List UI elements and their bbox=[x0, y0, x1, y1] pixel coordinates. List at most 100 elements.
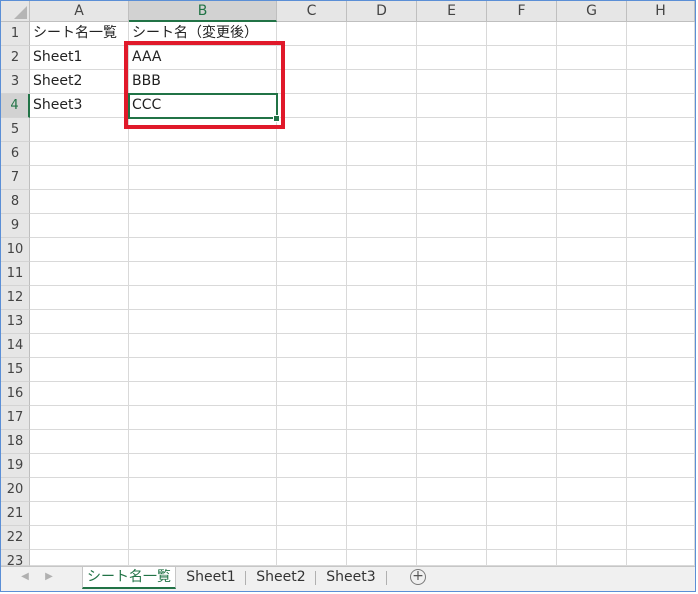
grid-cell[interactable] bbox=[627, 118, 695, 142]
grid-cell[interactable] bbox=[557, 262, 627, 286]
grid-cell[interactable] bbox=[417, 334, 487, 358]
grid-cell[interactable] bbox=[557, 190, 627, 214]
cell-a3[interactable]: Sheet2 bbox=[30, 70, 129, 94]
grid-cell[interactable] bbox=[627, 22, 695, 46]
grid-cell[interactable] bbox=[487, 190, 557, 214]
grid-cell[interactable] bbox=[627, 262, 695, 286]
grid-cell[interactable] bbox=[627, 382, 695, 406]
grid-cell[interactable] bbox=[277, 142, 347, 166]
grid-cell[interactable] bbox=[347, 22, 417, 46]
grid-cell[interactable] bbox=[557, 406, 627, 430]
grid-cell[interactable] bbox=[347, 166, 417, 190]
column-header-b[interactable]: B bbox=[129, 1, 277, 22]
grid-cell[interactable] bbox=[277, 214, 347, 238]
grid-cell[interactable] bbox=[557, 22, 627, 46]
grid-cell[interactable] bbox=[30, 358, 129, 382]
grid-cell[interactable] bbox=[30, 550, 129, 566]
grid-cell[interactable] bbox=[277, 190, 347, 214]
grid-cell[interactable] bbox=[487, 430, 557, 454]
row-header-18[interactable]: 18 bbox=[1, 430, 30, 454]
grid-cell[interactable] bbox=[277, 502, 347, 526]
grid-cell[interactable] bbox=[129, 406, 277, 430]
grid-cell[interactable] bbox=[417, 46, 487, 70]
tab-sheet2[interactable]: Sheet2 bbox=[248, 567, 314, 589]
grid-cell[interactable] bbox=[627, 94, 695, 118]
grid-cell[interactable] bbox=[30, 190, 129, 214]
row-header-5[interactable]: 5 bbox=[1, 118, 30, 142]
grid-cell[interactable] bbox=[30, 238, 129, 262]
grid-cell[interactable] bbox=[487, 22, 557, 46]
grid-cell[interactable] bbox=[627, 190, 695, 214]
grid-cell[interactable] bbox=[277, 118, 347, 142]
grid-cell[interactable] bbox=[557, 46, 627, 70]
grid-cell[interactable] bbox=[557, 238, 627, 262]
grid-cell[interactable] bbox=[487, 550, 557, 566]
grid-cell[interactable] bbox=[627, 478, 695, 502]
row-header-15[interactable]: 15 bbox=[1, 358, 30, 382]
grid-cell[interactable] bbox=[487, 70, 557, 94]
grid-cell[interactable] bbox=[417, 550, 487, 566]
grid-cell[interactable] bbox=[487, 214, 557, 238]
grid-cell[interactable] bbox=[347, 118, 417, 142]
grid-cell[interactable] bbox=[487, 478, 557, 502]
grid-cell[interactable] bbox=[557, 70, 627, 94]
grid-cell[interactable] bbox=[417, 430, 487, 454]
row-header-19[interactable]: 19 bbox=[1, 454, 30, 478]
grid-cell[interactable] bbox=[417, 358, 487, 382]
grid-cell[interactable] bbox=[487, 382, 557, 406]
row-header-14[interactable]: 14 bbox=[1, 334, 30, 358]
grid-cell[interactable] bbox=[277, 310, 347, 334]
cell-a2[interactable]: Sheet1 bbox=[30, 46, 129, 70]
grid-cell[interactable] bbox=[347, 526, 417, 550]
grid-cell[interactable] bbox=[347, 382, 417, 406]
grid-cell[interactable] bbox=[347, 358, 417, 382]
row-header-10[interactable]: 10 bbox=[1, 238, 30, 262]
grid-cell[interactable] bbox=[627, 310, 695, 334]
grid-cell[interactable] bbox=[557, 430, 627, 454]
grid-cell[interactable] bbox=[347, 406, 417, 430]
grid-cell[interactable] bbox=[417, 286, 487, 310]
row-header-11[interactable]: 11 bbox=[1, 262, 30, 286]
grid-cell[interactable] bbox=[277, 406, 347, 430]
grid-cell[interactable] bbox=[557, 310, 627, 334]
row-header-4[interactable]: 4 bbox=[1, 94, 30, 118]
grid-cell[interactable] bbox=[627, 358, 695, 382]
grid-cell[interactable] bbox=[129, 166, 277, 190]
grid-cell[interactable] bbox=[487, 46, 557, 70]
grid-cell[interactable] bbox=[347, 70, 417, 94]
grid-cell[interactable] bbox=[557, 94, 627, 118]
grid-cell[interactable] bbox=[627, 142, 695, 166]
grid-cell[interactable] bbox=[347, 46, 417, 70]
grid-cell[interactable] bbox=[557, 334, 627, 358]
grid-cell[interactable] bbox=[129, 382, 277, 406]
grid-cell[interactable] bbox=[277, 382, 347, 406]
grid-cell[interactable] bbox=[557, 502, 627, 526]
grid-cell[interactable] bbox=[627, 286, 695, 310]
grid-cell[interactable] bbox=[30, 430, 129, 454]
column-header-h[interactable]: H bbox=[627, 1, 695, 22]
grid-cell[interactable] bbox=[30, 262, 129, 286]
grid-cell[interactable] bbox=[487, 310, 557, 334]
grid-cell[interactable] bbox=[347, 190, 417, 214]
grid-cell[interactable] bbox=[417, 94, 487, 118]
grid-cell[interactable] bbox=[487, 286, 557, 310]
grid-cell[interactable] bbox=[417, 502, 487, 526]
grid-cell[interactable] bbox=[30, 334, 129, 358]
grid-cell[interactable] bbox=[627, 454, 695, 478]
grid-cell[interactable] bbox=[627, 550, 695, 566]
grid-cell[interactable] bbox=[277, 94, 347, 118]
grid-cell[interactable] bbox=[129, 430, 277, 454]
grid-cell[interactable] bbox=[277, 334, 347, 358]
grid-cell[interactable] bbox=[347, 334, 417, 358]
row-header-12[interactable]: 12 bbox=[1, 286, 30, 310]
row-header-3[interactable]: 3 bbox=[1, 70, 30, 94]
grid-cell[interactable] bbox=[129, 238, 277, 262]
grid-cell[interactable] bbox=[487, 526, 557, 550]
grid-cell[interactable] bbox=[129, 334, 277, 358]
grid-cell[interactable] bbox=[277, 526, 347, 550]
row-header-7[interactable]: 7 bbox=[1, 166, 30, 190]
grid-cell[interactable] bbox=[487, 454, 557, 478]
grid-cell[interactable] bbox=[557, 478, 627, 502]
grid-cell[interactable] bbox=[487, 118, 557, 142]
grid-cell[interactable] bbox=[417, 190, 487, 214]
